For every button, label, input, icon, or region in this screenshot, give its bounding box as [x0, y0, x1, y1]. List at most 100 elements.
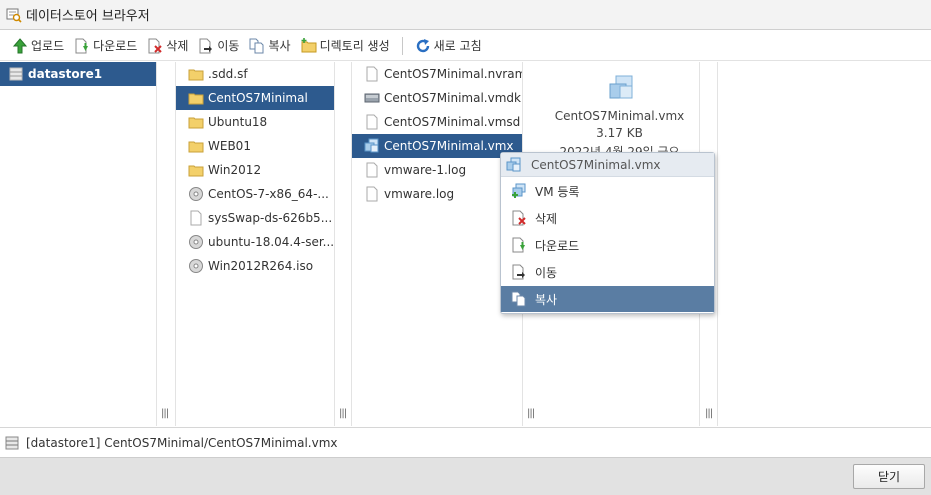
- file-icon: [364, 66, 380, 82]
- file-name: vmware.log: [384, 187, 455, 201]
- folder-pane: .sdd.sf CentOS7Minimal Ubuntu18 WEB01 Win201…: [175, 62, 335, 426]
- folder-name: WEB01: [208, 139, 251, 153]
- toolbar-separator: [401, 36, 403, 55]
- status-path: [datastore1] CentOS7Minimal/CentOS7Minim…: [26, 435, 338, 450]
- copy-label: 복사: [268, 39, 291, 53]
- vm-icon: [506, 157, 522, 173]
- folder-item[interactable]: .sdd.sf: [176, 62, 334, 86]
- context-menu-item-copy[interactable]: 복사: [501, 286, 714, 312]
- file-item[interactable]: CentOS7Minimal.vmsd: [352, 110, 522, 134]
- file-name: CentOS7Minimal.vmsd: [384, 115, 521, 129]
- disk-icon: [364, 90, 380, 106]
- file-icon: [188, 210, 204, 226]
- file-icon: [364, 114, 380, 130]
- datastore-pane: datastore1: [0, 62, 157, 426]
- context-menu-item-move[interactable]: 이동: [501, 259, 714, 285]
- context-menu-item-label: 다운로드: [535, 238, 580, 253]
- folder-name: sysSwap-ds-626b5...: [208, 211, 333, 225]
- toolbar: 업로드 다운로드 삭제 이동 복사 디렉토리 생성 새로 고침: [0, 31, 931, 61]
- title-bar: 데이터스토어 브라우저: [0, 0, 931, 30]
- file-pane: CentOS7Minimal.nvram CentOS7Minimal.vmdk C…: [351, 62, 523, 426]
- create-directory-label: 디렉토리 생성: [319, 39, 390, 53]
- folder-item[interactable]: CentOS-7-x86_64-...: [176, 182, 334, 206]
- context-menu-title: CentOS7Minimal.vmx: [531, 157, 661, 172]
- pane-resize-handle-2[interactable]: |||: [339, 408, 347, 420]
- datastore-icon: [8, 66, 24, 82]
- folder-icon: [188, 114, 204, 130]
- folder-item[interactable]: Win2012R264.iso: [176, 254, 334, 278]
- context-menu-item-label: 이동: [535, 265, 558, 280]
- copy-icon: [511, 291, 527, 307]
- file-item[interactable]: CentOS7Minimal.vmdk: [352, 86, 522, 110]
- context-menu-item-download[interactable]: 다운로드: [501, 232, 714, 258]
- delete-label: 삭제: [166, 39, 189, 53]
- folder-icon: [188, 66, 204, 82]
- footer: 닫기: [0, 457, 931, 495]
- folder-item[interactable]: ubuntu-18.04.4-ser...: [176, 230, 334, 254]
- download-icon: [511, 237, 527, 253]
- close-button[interactable]: 닫기: [853, 464, 925, 489]
- download-icon: [74, 38, 90, 54]
- file-icon: [364, 162, 380, 178]
- refresh-icon: [415, 38, 431, 54]
- refresh-button[interactable]: 새로 고침: [411, 35, 486, 57]
- disc-icon: [188, 234, 204, 250]
- pane-resize-handle-3[interactable]: |||: [527, 408, 535, 420]
- new-folder-icon: [301, 37, 317, 54]
- file-name: CentOS7Minimal.nvram: [384, 67, 522, 81]
- folder-name: CentOS7Minimal: [208, 91, 308, 105]
- context-menu-item-label: 복사: [535, 292, 558, 307]
- upload-button[interactable]: 업로드: [8, 35, 68, 57]
- file-item[interactable]: vmware-1.log: [352, 158, 522, 182]
- register-vm-icon: [511, 183, 527, 199]
- detail-file-size: 3.17 KB: [596, 126, 643, 140]
- folder-icon: [188, 162, 204, 178]
- folder-name: Win2012R264.iso: [208, 259, 314, 273]
- context-menu-item-delete[interactable]: 삭제: [501, 205, 714, 231]
- copy-icon: [249, 38, 265, 54]
- folder-name: .sdd.sf: [208, 67, 248, 81]
- copy-button[interactable]: 복사: [245, 35, 294, 57]
- vmx-file-large-icon: [608, 74, 636, 102]
- file-item[interactable]: CentOS7Minimal.nvram: [352, 62, 522, 86]
- folder-name: CentOS-7-x86_64-...: [208, 187, 329, 201]
- folder-name: Win2012: [208, 163, 262, 177]
- folder-icon: [188, 138, 204, 154]
- file-item[interactable]: CentOS7Minimal.vmx: [352, 134, 522, 158]
- vm-icon: [364, 138, 380, 154]
- folder-item[interactable]: Win2012: [176, 158, 334, 182]
- empty-pane: [717, 62, 931, 426]
- pane-resize-handle-1[interactable]: |||: [161, 408, 169, 420]
- delete-button[interactable]: 삭제: [143, 35, 192, 57]
- upload-label: 업로드: [31, 39, 65, 53]
- download-label: 다운로드: [93, 39, 138, 53]
- context-menu-item-label: VM 등록: [535, 184, 580, 199]
- datastore-item[interactable]: datastore1: [0, 62, 156, 86]
- folder-item[interactable]: sysSwap-ds-626b5...: [176, 206, 334, 230]
- move-icon: [198, 38, 214, 54]
- delete-icon: [511, 210, 527, 226]
- folder-name: ubuntu-18.04.4-ser...: [208, 235, 334, 249]
- folder-item[interactable]: CentOS7Minimal: [176, 86, 334, 110]
- folder-item[interactable]: WEB01: [176, 134, 334, 158]
- file-item[interactable]: vmware.log: [352, 182, 522, 206]
- datastore-name: datastore1: [28, 67, 103, 81]
- folder-icon: [188, 90, 204, 106]
- datastore-icon: [4, 435, 20, 451]
- move-label: 이동: [217, 39, 240, 53]
- upload-icon: [12, 37, 28, 54]
- move-icon: [511, 264, 527, 280]
- download-button[interactable]: 다운로드: [70, 35, 141, 57]
- context-menu-item-register-vm[interactable]: VM 등록: [501, 178, 714, 204]
- disc-icon: [188, 186, 204, 202]
- context-menu: CentOS7Minimal.vmx VM 등록삭제다운로드이동복사: [500, 152, 715, 314]
- pane-resize-handle-4[interactable]: |||: [705, 408, 713, 420]
- file-name: CentOS7Minimal.vmx: [384, 139, 514, 153]
- folder-item[interactable]: Ubuntu18: [176, 110, 334, 134]
- disc-icon: [188, 258, 204, 274]
- file-name: vmware-1.log: [384, 163, 467, 177]
- folder-name: Ubuntu18: [208, 115, 268, 129]
- refresh-label: 새로 고침: [433, 39, 482, 53]
- create-directory-button[interactable]: 디렉토리 생성: [297, 35, 394, 57]
- move-button[interactable]: 이동: [194, 35, 243, 57]
